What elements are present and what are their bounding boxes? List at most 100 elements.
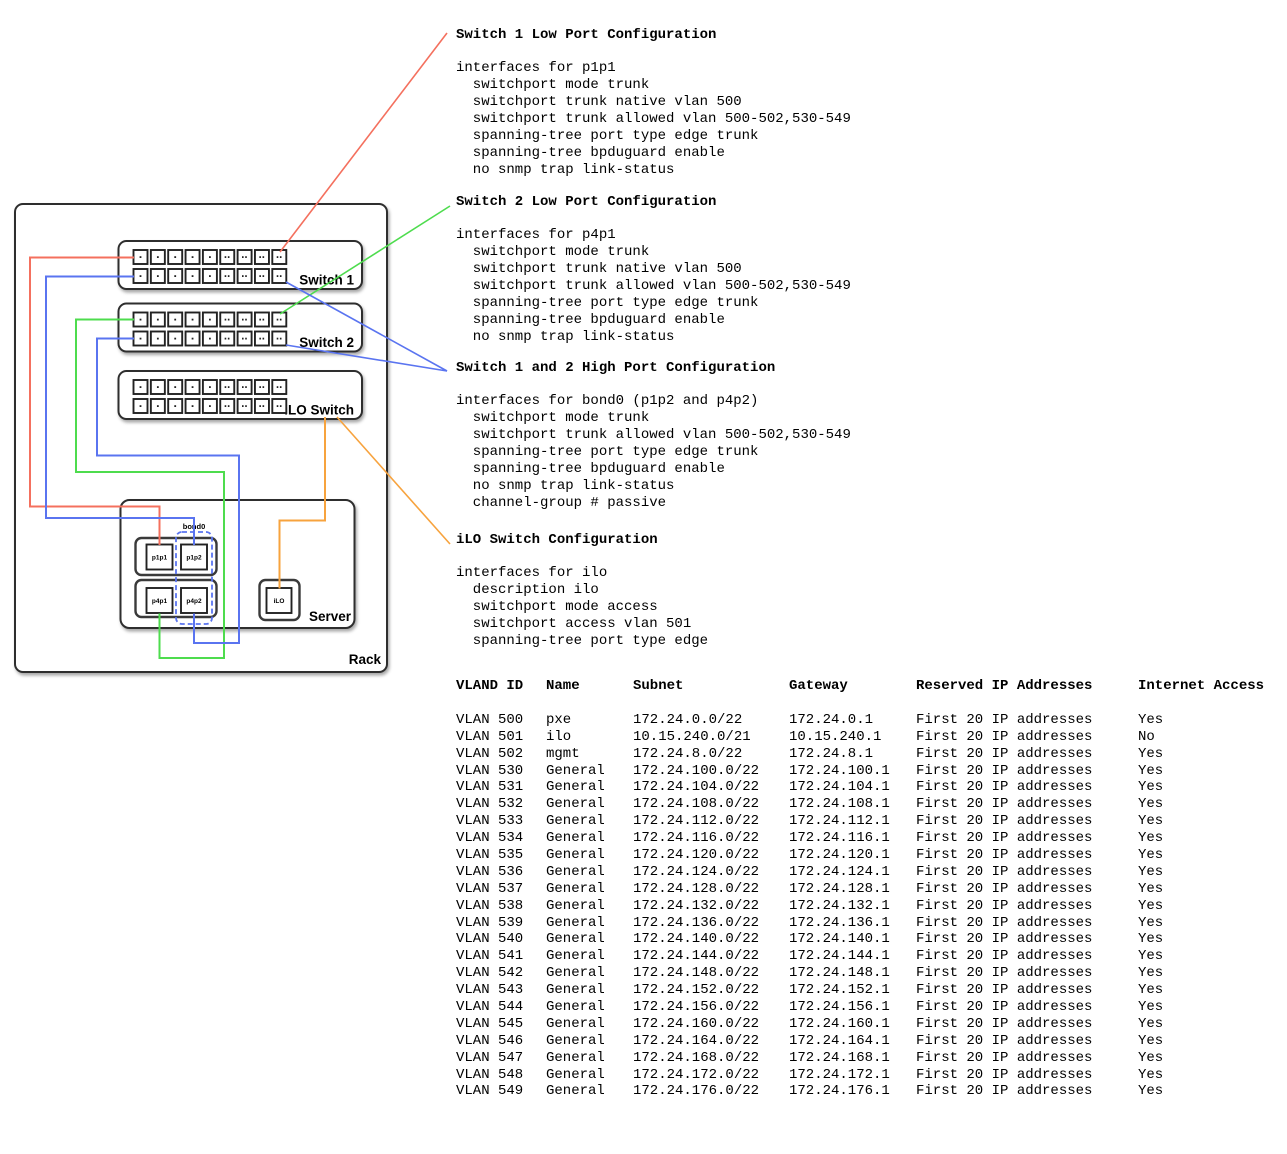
- vlan-row: VLAN 537 General 172.24.128.0/22 172.24.…: [456, 881, 1281, 898]
- cell-reserved-ip: First 20 IP addresses: [916, 1067, 1092, 1084]
- cell-vlan-id: VLAN 534: [456, 830, 523, 847]
- port-dot: [228, 275, 230, 277]
- cell-vlan-id: VLAN 541: [456, 948, 523, 965]
- vlan-row: VLAN 535 General 172.24.120.0/22 172.24.…: [456, 847, 1281, 864]
- cell-subnet: 172.24.160.0/22: [633, 1016, 759, 1033]
- port-dot: [157, 275, 159, 277]
- cell-gateway: 172.24.0.1: [789, 712, 873, 729]
- vlan-row: VLAN 501 ilo 10.15.240.0/21 10.15.240.1 …: [456, 729, 1281, 746]
- cell-gateway: 10.15.240.1: [789, 729, 881, 746]
- cell-gateway: 172.24.112.1: [789, 813, 890, 830]
- vlan-row: VLAN 534 General 172.24.116.0/22 172.24.…: [456, 830, 1281, 847]
- port-dot: [277, 275, 279, 277]
- cell-reserved-ip: First 20 IP addresses: [916, 881, 1092, 898]
- switch-port: [255, 399, 269, 413]
- cell-internet-access: Yes: [1138, 864, 1163, 881]
- cell-internet-access: Yes: [1138, 830, 1163, 847]
- port-dot: [192, 256, 194, 258]
- port-dot: [263, 256, 265, 258]
- vlan-row: VLAN 538 General 172.24.132.0/22 172.24.…: [456, 898, 1281, 915]
- cell-reserved-ip: First 20 IP addresses: [916, 746, 1092, 763]
- cell-reserved-ip: First 20 IP addresses: [916, 712, 1092, 729]
- port-dot: [242, 275, 244, 277]
- port-dot: [277, 386, 279, 388]
- cell-name: General: [546, 965, 605, 982]
- config-lines: interfaces for p1p1 switchport mode trun…: [456, 60, 1276, 179]
- rack-label: Rack: [349, 652, 382, 667]
- cell-internet-access: Yes: [1138, 847, 1163, 864]
- port-dot: [174, 405, 176, 407]
- port-dot: [157, 256, 159, 258]
- cell-gateway: 172.24.172.1: [789, 1067, 890, 1084]
- port-dot: [140, 256, 142, 258]
- port-p1p1-label: p1p1: [152, 555, 168, 562]
- cell-name: ilo: [546, 729, 571, 746]
- port-dot: [259, 386, 261, 388]
- port-dot: [174, 386, 176, 388]
- cell-vlan-id: VLAN 539: [456, 915, 523, 932]
- config-block-high-port: Switch 1 and 2 High Port Configuration i…: [456, 360, 1276, 512]
- port-dot: [263, 386, 265, 388]
- server-label: Server: [309, 609, 352, 624]
- vlan-row: VLAN 548 General 172.24.172.0/22 172.24.…: [456, 1067, 1281, 1084]
- cell-reserved-ip: First 20 IP addresses: [916, 813, 1092, 830]
- switch-port: [272, 250, 286, 264]
- cell-vlan-id: VLAN 538: [456, 898, 523, 915]
- port-dot: [259, 319, 261, 321]
- port-dot: [225, 319, 227, 321]
- ilo-switch-label: iLO Switch: [284, 403, 354, 418]
- port-dot: [209, 319, 211, 321]
- port-ilo-label: iLO: [274, 598, 285, 605]
- switch-port: [272, 399, 286, 413]
- cell-internet-access: Yes: [1138, 898, 1163, 915]
- cell-gateway: 172.24.148.1: [789, 965, 890, 982]
- cell-reserved-ip: First 20 IP addresses: [916, 796, 1092, 813]
- cell-internet-access: Yes: [1138, 881, 1163, 898]
- vlan-row: VLAN 500 pxe 172.24.0.0/22 172.24.0.1 Fi…: [456, 712, 1281, 729]
- config-lines: interfaces for p4p1 switchport mode trun…: [456, 227, 1276, 346]
- config-title: Switch 2 Low Port Configuration: [456, 194, 1276, 211]
- cell-vlan-id: VLAN 533: [456, 813, 523, 830]
- cell-subnet: 172.24.0.0/22: [633, 712, 742, 729]
- switch-port: [220, 399, 234, 413]
- port-dot: [277, 319, 279, 321]
- port-dot: [140, 405, 142, 407]
- cell-vlan-id: VLAN 544: [456, 999, 523, 1016]
- port-dot: [225, 405, 227, 407]
- switch-ports: [134, 250, 287, 413]
- cell-subnet: 172.24.120.0/22: [633, 847, 759, 864]
- cell-subnet: 172.24.132.0/22: [633, 898, 759, 915]
- vlan-table: VLAND ID Name Subnet Gateway Reserved IP…: [456, 678, 1281, 1100]
- vlan-row: VLAN 541 General 172.24.144.0/22 172.24.…: [456, 948, 1281, 965]
- port-dot: [140, 319, 142, 321]
- cell-internet-access: Yes: [1138, 813, 1163, 830]
- port-dot: [157, 319, 159, 321]
- cell-subnet: 172.24.156.0/22: [633, 999, 759, 1016]
- cell-internet-access: Yes: [1138, 965, 1163, 982]
- cell-reserved-ip: First 20 IP addresses: [916, 1050, 1092, 1067]
- vlan-row: VLAN 549 General 172.24.176.0/22 172.24.…: [456, 1083, 1281, 1100]
- port-dot: [192, 319, 194, 321]
- vlan-row: VLAN 533 General 172.24.112.0/22 172.24.…: [456, 813, 1281, 830]
- cell-subnet: 172.24.148.0/22: [633, 965, 759, 982]
- port-dot: [280, 275, 282, 277]
- cell-reserved-ip: First 20 IP addresses: [916, 864, 1092, 881]
- switch-port: [220, 332, 234, 346]
- cell-internet-access: Yes: [1138, 1016, 1163, 1033]
- cell-name: General: [546, 813, 605, 830]
- vlan-row: VLAN 544 General 172.24.156.0/22 172.24.…: [456, 999, 1281, 1016]
- cell-internet-access: Yes: [1138, 1067, 1163, 1084]
- port-dot: [277, 256, 279, 258]
- port-dot: [209, 338, 211, 340]
- port-dot: [242, 256, 244, 258]
- cell-vlan-id: VLAN 531: [456, 779, 523, 796]
- cell-subnet: 172.24.128.0/22: [633, 881, 759, 898]
- cell-gateway: 172.24.108.1: [789, 796, 890, 813]
- cell-name: General: [546, 982, 605, 999]
- port-dot: [280, 386, 282, 388]
- switch-port: [255, 269, 269, 283]
- cell-subnet: 172.24.176.0/22: [633, 1083, 759, 1100]
- cell-vlan-id: VLAN 501: [456, 729, 523, 746]
- port-dot: [242, 405, 244, 407]
- cell-name: General: [546, 931, 605, 948]
